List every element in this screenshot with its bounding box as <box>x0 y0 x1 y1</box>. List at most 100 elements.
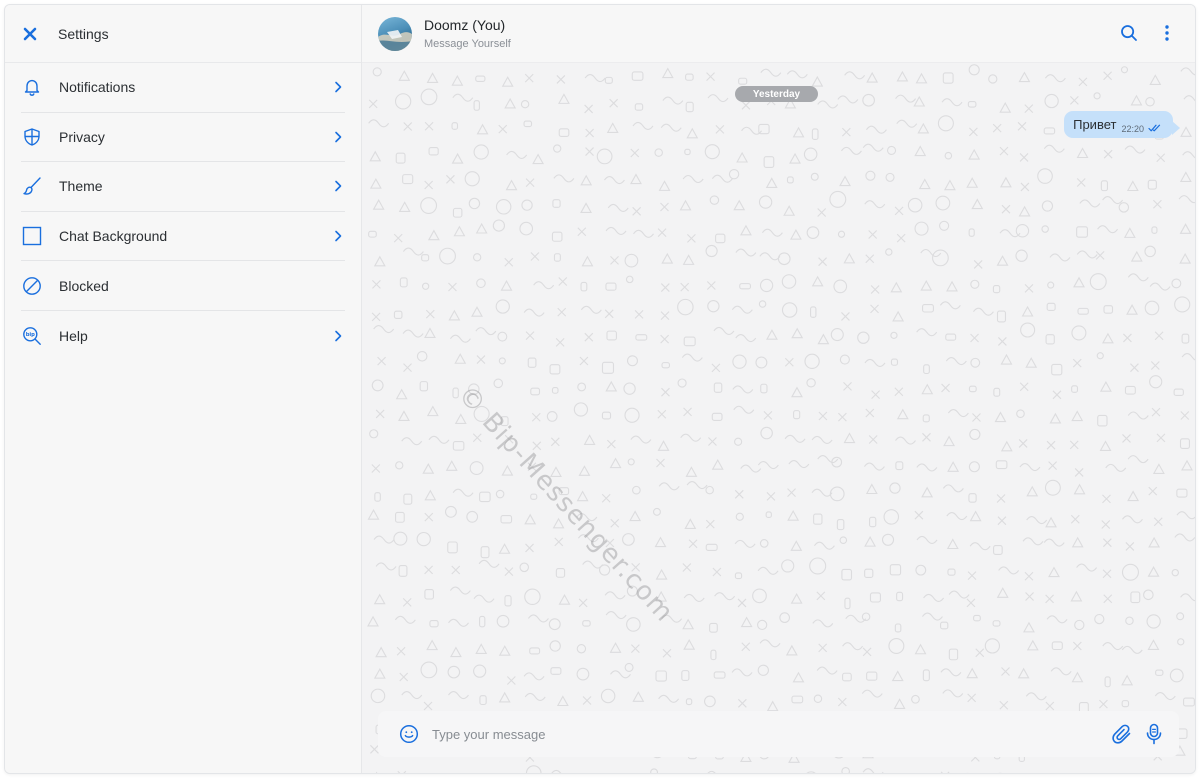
pattern-doodle <box>787 488 796 497</box>
avatar[interactable] <box>378 16 412 51</box>
pattern-doodle <box>473 594 495 603</box>
pattern-doodle <box>881 533 895 546</box>
message-bubble-outgoing[interactable]: Привет 22:20 <box>1064 111 1180 138</box>
pattern-doodle <box>1102 569 1112 579</box>
search-icon <box>1121 25 1137 41</box>
pattern-doodle <box>375 646 388 658</box>
pattern-doodle <box>1043 127 1056 135</box>
pattern-doodle <box>519 562 530 573</box>
voice-button[interactable] <box>1143 723 1165 745</box>
pattern-doodle <box>947 409 969 418</box>
pattern-doodle <box>791 386 803 398</box>
pattern-doodle <box>914 643 927 655</box>
close-settings-button[interactable] <box>21 25 39 43</box>
pattern-doodle <box>500 515 513 524</box>
pattern-doodle <box>966 177 979 188</box>
message-input[interactable] <box>432 726 1111 742</box>
pattern-doodle <box>999 700 1009 710</box>
pattern-doodle <box>530 252 540 261</box>
pattern-doodle <box>809 557 827 575</box>
pattern-doodle <box>548 618 561 631</box>
pattern-doodle <box>1130 250 1143 262</box>
pattern-doodle <box>712 567 722 577</box>
pattern-doodle <box>1018 71 1031 83</box>
pattern-doodle <box>940 668 962 677</box>
pattern-doodle <box>524 692 546 701</box>
pattern-doodle <box>686 481 708 490</box>
pattern-doodle <box>862 768 884 773</box>
pattern-doodle <box>453 225 466 237</box>
pattern-doodle <box>705 519 715 529</box>
pattern-doodle <box>447 541 458 554</box>
contact-info[interactable]: Doomz (You) Message Yourself <box>424 16 511 52</box>
pattern-doodle <box>1046 615 1068 624</box>
pattern-doodle <box>1177 638 1185 646</box>
pattern-doodle <box>916 463 938 472</box>
search-button[interactable] <box>1119 23 1139 43</box>
emoji-button[interactable] <box>398 723 420 745</box>
pattern-doodle <box>1122 434 1131 443</box>
pattern-doodle <box>969 428 981 441</box>
pattern-doodle <box>1122 515 1143 524</box>
pattern-doodle <box>735 334 757 343</box>
attach-button[interactable] <box>1111 723 1133 745</box>
pattern-doodle <box>658 482 680 491</box>
pattern-doodle <box>865 170 876 181</box>
pattern-doodle <box>505 179 518 191</box>
pattern-doodle <box>704 144 720 160</box>
pattern-doodle <box>1143 589 1154 601</box>
pattern-doodle <box>1155 669 1164 676</box>
pattern-doodle <box>895 436 916 445</box>
pattern-doodle <box>635 334 648 341</box>
pattern-doodle <box>395 388 408 400</box>
pattern-doodle <box>915 564 927 576</box>
pattern-doodle <box>1094 613 1105 625</box>
pattern-doodle <box>475 327 497 336</box>
pattern-doodle <box>454 353 467 364</box>
shield-icon <box>21 126 43 148</box>
pattern-doodle <box>554 537 564 547</box>
pattern-doodle <box>610 518 620 528</box>
pattern-doodle <box>1069 95 1079 105</box>
pattern-doodle <box>394 615 416 624</box>
pattern-doodle <box>757 461 779 470</box>
pattern-doodle <box>451 152 464 164</box>
pattern-doodle <box>1176 488 1188 498</box>
blocked-icon <box>21 275 43 297</box>
pattern-doodle <box>947 568 956 576</box>
pattern-doodle <box>632 206 642 216</box>
pattern-doodle <box>546 411 558 422</box>
pattern-doodle <box>759 278 774 293</box>
pattern-doodle <box>984 638 1001 654</box>
pattern-doodle <box>426 405 439 417</box>
menu-item-privacy[interactable]: Privacy <box>21 113 345 163</box>
menu-item-theme[interactable]: Theme <box>21 162 345 212</box>
pattern-doodle <box>765 177 778 188</box>
pattern-doodle <box>783 205 796 216</box>
more-options-button[interactable] <box>1157 23 1177 43</box>
sidebar-title: Settings <box>58 25 109 42</box>
pattern-doodle <box>1071 536 1084 548</box>
pattern-doodle <box>791 327 804 339</box>
pattern-doodle <box>1154 331 1164 341</box>
pattern-doodle <box>841 767 850 773</box>
pattern-doodle <box>1123 333 1132 343</box>
pattern-doodle <box>818 643 828 653</box>
pattern-doodle <box>843 432 856 444</box>
pattern-doodle <box>741 100 751 110</box>
pattern-doodle <box>766 491 776 501</box>
pattern-doodle <box>498 543 511 554</box>
pattern-doodle <box>553 144 562 153</box>
pattern-doodle <box>739 283 752 290</box>
menu-item-notifications[interactable]: Notifications <box>21 63 345 113</box>
pattern-doodle <box>369 177 382 189</box>
pattern-doodle <box>1071 325 1087 341</box>
pattern-doodle <box>861 689 883 698</box>
pattern-doodle <box>656 458 665 468</box>
pattern-doodle <box>996 494 1006 503</box>
menu-item-blocked[interactable]: Blocked <box>21 261 345 311</box>
pattern-doodle <box>755 356 768 369</box>
menu-item-chat-background[interactable]: Chat Background <box>21 212 345 262</box>
menu-item-help[interactable]: bip Help <box>21 311 345 361</box>
pattern-doodle <box>869 516 877 528</box>
